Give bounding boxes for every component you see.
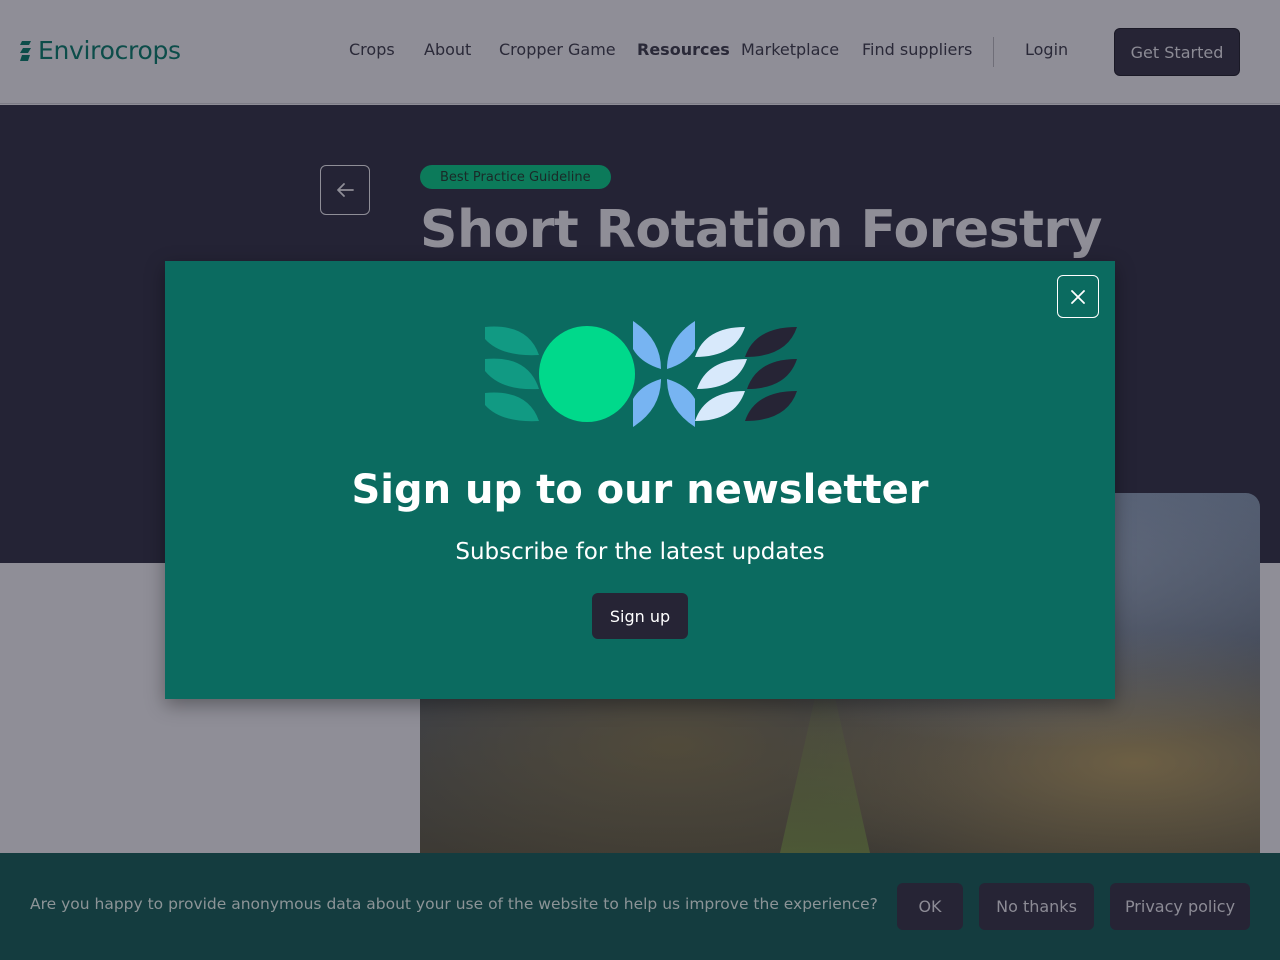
category-badge: Best Practice Guideline bbox=[420, 165, 611, 189]
close-button[interactable] bbox=[1057, 275, 1099, 318]
sign-up-button[interactable]: Sign up bbox=[592, 593, 688, 639]
cookie-consent-bar: Are you happy to provide anonymous data … bbox=[0, 853, 1280, 960]
get-started-button[interactable]: Get Started bbox=[1114, 28, 1240, 76]
close-icon bbox=[1071, 289, 1085, 304]
logo[interactable]: Envirocrops bbox=[20, 36, 181, 65]
nav-resources[interactable]: Resources bbox=[637, 40, 730, 59]
newsletter-modal: Sign up to our newsletter Subscribe for … bbox=[165, 261, 1115, 699]
cookie-message: Are you happy to provide anonymous data … bbox=[30, 895, 878, 913]
nav-divider bbox=[993, 37, 994, 67]
image-path bbox=[780, 673, 870, 853]
nav-cropper-game[interactable]: Cropper Game bbox=[499, 40, 616, 59]
modal-subtitle: Subscribe for the latest updates bbox=[455, 539, 825, 565]
decorative-pattern-icon bbox=[485, 321, 797, 427]
privacy-policy-button[interactable]: Privacy policy bbox=[1110, 883, 1250, 930]
nav-find-suppliers[interactable]: Find suppliers bbox=[862, 40, 972, 59]
ok-button[interactable]: OK bbox=[897, 883, 963, 930]
nav-crops[interactable]: Crops bbox=[349, 40, 395, 59]
site-header: Envirocrops Crops About Cropper Game Res… bbox=[0, 0, 1280, 104]
nav-marketplace[interactable]: Marketplace bbox=[741, 40, 839, 59]
page-title: Short Rotation Forestry bbox=[420, 200, 1102, 260]
arrow-left-icon bbox=[337, 183, 354, 197]
modal-title: Sign up to our newsletter bbox=[351, 467, 929, 513]
leaf-logo-icon bbox=[20, 40, 31, 61]
logo-text: Envirocrops bbox=[38, 36, 181, 65]
back-button[interactable] bbox=[320, 165, 370, 215]
nav-about[interactable]: About bbox=[424, 40, 471, 59]
no-thanks-button[interactable]: No thanks bbox=[979, 883, 1094, 930]
nav-login[interactable]: Login bbox=[1025, 40, 1068, 59]
